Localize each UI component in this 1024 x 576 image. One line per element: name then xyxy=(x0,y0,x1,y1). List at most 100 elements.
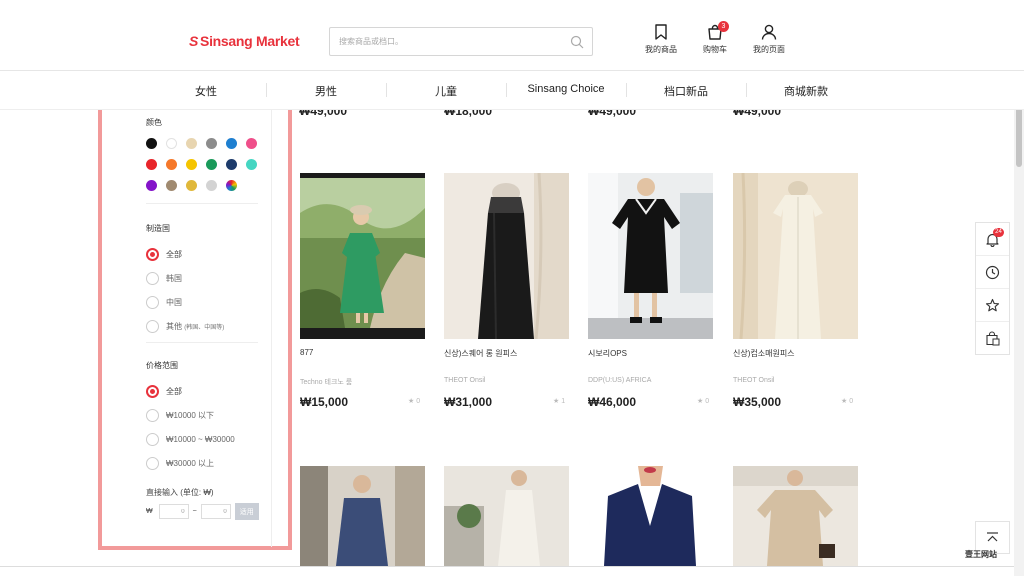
price-option-over-30000[interactable]: ₩30000 以上 xyxy=(146,456,214,470)
notification-button[interactable]: 24 xyxy=(976,223,1009,256)
nav-store-new[interactable]: 档口新品 xyxy=(626,83,746,99)
product-photo xyxy=(444,173,569,339)
color-swatch[interactable] xyxy=(206,159,217,170)
color-swatch[interactable] xyxy=(226,159,237,170)
nav-women[interactable]: 女性 xyxy=(146,83,266,99)
price-option-label: 全部 xyxy=(166,386,182,396)
color-filter-title: 颜色 xyxy=(146,118,162,127)
my-page-button[interactable]: 我的页面 xyxy=(747,24,791,55)
sidebar-divider xyxy=(271,107,272,547)
color-swatch[interactable] xyxy=(186,138,197,149)
color-swatch[interactable] xyxy=(166,180,177,191)
nav-men[interactable]: 男性 xyxy=(266,83,386,99)
color-swatch[interactable] xyxy=(206,180,217,191)
clock-icon xyxy=(985,265,1000,280)
price-option-under-10000[interactable]: ₩10000 以下 xyxy=(146,408,214,422)
color-swatch[interactable] xyxy=(186,180,197,191)
product-image[interactable] xyxy=(588,466,713,566)
price-filter-title: 价格范围 xyxy=(146,361,178,370)
user-icon xyxy=(761,24,777,40)
search-icon[interactable] xyxy=(570,35,584,49)
currency-symbol: ₩ xyxy=(146,508,153,515)
color-swatch[interactable] xyxy=(226,180,237,191)
product-likes[interactable]: ★ 0 xyxy=(697,397,709,405)
product-photo xyxy=(588,173,713,339)
radio-button[interactable] xyxy=(146,247,159,261)
product-price: ₩46,000 xyxy=(588,395,637,409)
recent-viewed-button[interactable] xyxy=(976,256,1009,289)
product-name[interactable]: 877 xyxy=(300,348,313,357)
product-image[interactable] xyxy=(588,173,713,339)
origin-option-china[interactable]: 中国 xyxy=(146,295,182,309)
product-likes[interactable]: ★ 0 xyxy=(841,397,853,405)
product-image[interactable] xyxy=(300,173,425,339)
color-swatch[interactable] xyxy=(166,138,177,149)
origin-option-other[interactable]: 其他 (韩国、中国等) xyxy=(146,319,224,333)
price-option-10000-30000[interactable]: ₩10000 ~ ₩30000 xyxy=(146,432,235,446)
price-option-label: ₩30000 以上 xyxy=(166,458,215,468)
favorites-button[interactable] xyxy=(976,289,1009,322)
origin-option-label: 全部 xyxy=(166,249,182,259)
star-icon: ★ xyxy=(697,398,704,405)
product-name[interactable]: 신상)스퀘어 롱 원피스 xyxy=(444,348,517,359)
nav-kids[interactable]: 儿童 xyxy=(386,83,506,99)
price-option-all[interactable]: 全部 xyxy=(146,384,182,398)
color-swatch[interactable] xyxy=(226,138,237,149)
price-option-label: ₩10000 ~ ₩30000 xyxy=(166,434,235,444)
nav-mall-new[interactable]: 商城新款 xyxy=(746,83,866,99)
quick-menu: 24 xyxy=(975,222,1010,355)
product-shop[interactable]: THEOT Onsil xyxy=(733,377,775,384)
product-photo xyxy=(733,466,858,566)
product-photo xyxy=(300,466,425,566)
product-shop[interactable]: THEOT Onsil xyxy=(444,377,486,384)
bookmark-icon xyxy=(655,24,667,40)
cart-button[interactable]: 3 购物车 xyxy=(693,21,737,55)
origin-option-korea[interactable]: 韩国 xyxy=(146,271,182,285)
shopping-bag-button[interactable] xyxy=(976,322,1009,355)
nav-sinsang-choice[interactable]: Sinsang Choice xyxy=(506,83,626,95)
color-swatch[interactable] xyxy=(146,138,157,149)
product-price: ₩31,000 xyxy=(444,395,493,409)
product-image[interactable] xyxy=(733,466,858,566)
radio-button[interactable] xyxy=(146,456,159,470)
origin-other-text: 其他 xyxy=(166,321,182,331)
product-image[interactable] xyxy=(300,466,425,566)
product-likes[interactable]: ★ 0 xyxy=(408,397,420,405)
product-shop[interactable]: DDP(U:US) AFRICA xyxy=(588,377,651,384)
logo-text: Sinsang Market xyxy=(200,33,300,49)
apply-button[interactable]: 适用 xyxy=(234,503,259,520)
direct-input-label: 直接输入 (单位: ₩) xyxy=(146,488,214,497)
origin-option-all[interactable]: 全部 xyxy=(146,247,182,261)
my-products-label: 我的商品 xyxy=(645,45,677,54)
likes-count: 0 xyxy=(849,398,854,405)
site-logo[interactable]: S Sinsang Market xyxy=(189,33,300,49)
color-swatch[interactable] xyxy=(246,159,257,170)
origin-other-note: (韩国、中国等) xyxy=(184,324,225,331)
product-name[interactable]: 신상)컵소매원피스 xyxy=(733,348,795,359)
product-name[interactable]: 시보리OPS xyxy=(588,348,627,359)
product-likes[interactable]: ★ 1 xyxy=(553,397,565,405)
scrollbar[interactable] xyxy=(1014,71,1024,576)
origin-option-label: 其他 (韩国、中国等) xyxy=(166,321,224,332)
product-image[interactable] xyxy=(733,173,858,339)
color-swatch[interactable] xyxy=(186,159,197,170)
product-image[interactable] xyxy=(444,173,569,339)
color-swatch[interactable] xyxy=(166,159,177,170)
product-shop[interactable]: Techno 테크노 룸 xyxy=(300,377,352,387)
search-input[interactable] xyxy=(330,28,560,55)
radio-button[interactable] xyxy=(146,384,159,398)
my-products-button[interactable]: 我的商品 xyxy=(639,24,683,55)
product-image[interactable] xyxy=(444,466,569,566)
radio-button[interactable] xyxy=(146,432,159,446)
radio-button[interactable] xyxy=(146,319,159,333)
radio-button[interactable] xyxy=(146,295,159,309)
radio-button[interactable] xyxy=(146,408,159,422)
origin-option-label: 韩国 xyxy=(166,273,182,283)
radio-button[interactable] xyxy=(146,271,159,285)
max-price-input[interactable] xyxy=(200,504,231,519)
color-swatch[interactable] xyxy=(246,138,257,149)
color-swatch[interactable] xyxy=(206,138,217,149)
color-swatch[interactable] xyxy=(146,180,157,191)
color-swatch[interactable] xyxy=(146,159,157,170)
min-price-input[interactable] xyxy=(158,504,189,519)
